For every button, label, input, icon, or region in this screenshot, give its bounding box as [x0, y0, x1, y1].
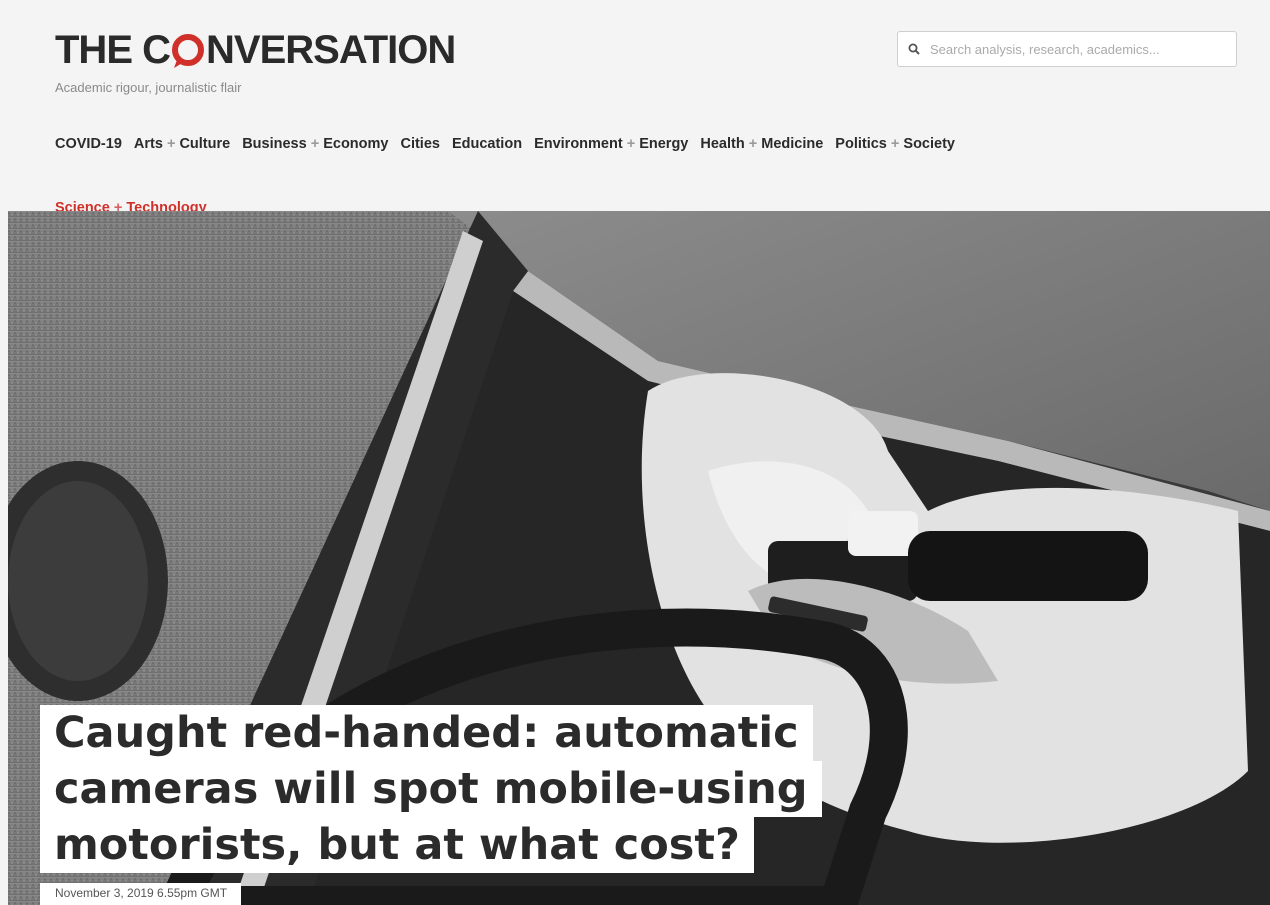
headline-line: motorists, but at what cost?	[40, 817, 754, 873]
tagline: Academic rigour, journalistic flair	[55, 80, 242, 95]
nav-item-label: Energy	[639, 136, 689, 152]
plus-separator: +	[310, 136, 320, 152]
article-date: November 3, 2019 6.55pm GMT	[40, 883, 242, 905]
nav-item-label: Arts	[133, 136, 163, 152]
plus-separator: +	[626, 136, 636, 152]
nav-item-label: Politics	[835, 136, 887, 152]
site-logo[interactable]: THE C NVERSATION	[55, 28, 456, 72]
nav-item-label: Medicine	[761, 136, 824, 152]
nav-item-environment[interactable]: Environment + Energy	[534, 134, 688, 154]
nav-item-health[interactable]: Health + Medicine	[700, 134, 823, 154]
headline-line: cameras will spot mobile-using	[40, 761, 822, 817]
nav-item-label: Cities	[400, 136, 440, 152]
plus-separator: +	[748, 136, 758, 152]
speech-bubble-logo-icon	[171, 33, 205, 68]
plus-separator: +	[890, 136, 900, 152]
logo-text-start: THE C	[55, 28, 171, 72]
site-header: THE C NVERSATION Academic rigour, journa…	[0, 0, 1270, 235]
nav-item-covid-19[interactable]: COVID-19	[55, 134, 122, 154]
nav-item-label: Environment	[534, 136, 623, 152]
headline-line: Caught red-handed: automatic	[40, 705, 813, 761]
nav-item-label: COVID-19	[55, 136, 122, 152]
section-nav: COVID-19 Arts + Culture Business + Economy…	[55, 134, 1225, 235]
nav-item-cities[interactable]: Cities	[400, 134, 440, 154]
nav-item-label: Society	[903, 136, 955, 152]
search-input[interactable]	[930, 41, 1230, 57]
article-headline: Caught red-handed: automatic cameras wil…	[40, 705, 822, 873]
plus-separator: +	[166, 136, 176, 152]
logo-text-end: NVERSATION	[206, 28, 456, 72]
nav-item-label: Economy	[323, 136, 389, 152]
nav-item-arts[interactable]: Arts + Culture	[134, 134, 230, 154]
search-box[interactable]	[897, 31, 1237, 67]
nav-item-label: Business	[242, 136, 307, 152]
nav-item-education[interactable]: Education	[452, 134, 522, 154]
nav-item-label: Health	[700, 136, 745, 152]
nav-item-label: Education	[451, 136, 523, 152]
nav-item-politics[interactable]: Politics + Society	[835, 134, 955, 154]
search-icon	[908, 42, 922, 56]
nav-item-label: Culture	[179, 136, 231, 152]
nav-item-business[interactable]: Business + Economy	[242, 134, 388, 154]
